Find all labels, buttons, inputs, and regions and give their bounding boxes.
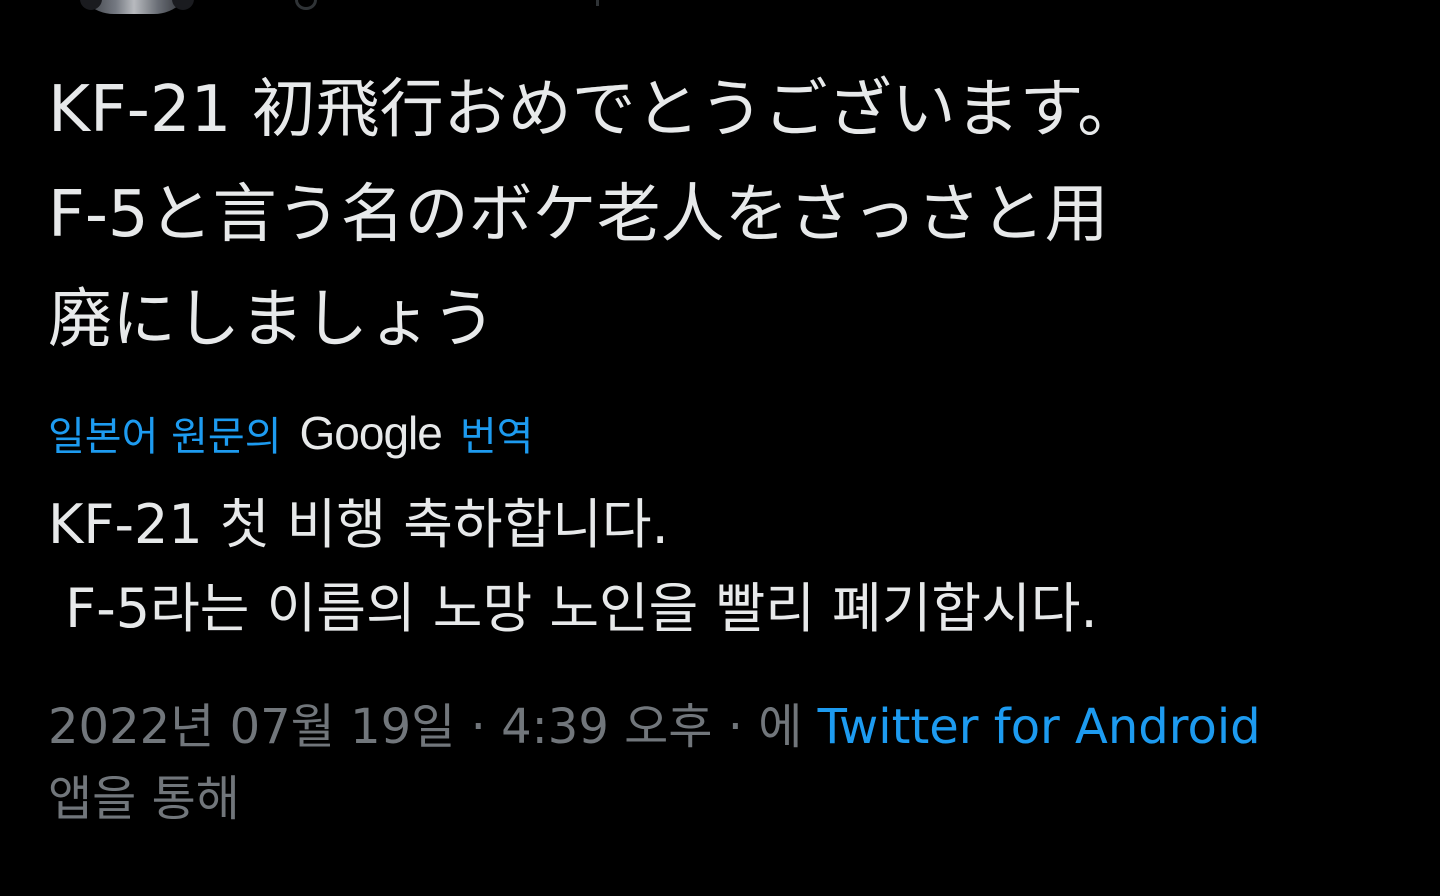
tweet-metadata: 2022년 07월 19일 · 4:39 오후 · 에 Twitter for … (48, 691, 1358, 835)
translation-label: 번역 (459, 414, 534, 460)
tweet-detail: KF-21 初飛行おめでとうございます。 F-5と言う名のボケ老人をさっさと用 … (48, 58, 1398, 835)
tweet-text: KF-21 初飛行おめでとうございます。 F-5と言う名のボケ老人をさっさと用 … (48, 73, 1142, 357)
tweet-timestamp[interactable]: 2022년 07월 19일 · 4:39 오후 · 에 (48, 699, 802, 755)
avatar[interactable] (60, 0, 220, 14)
google-logo: Google (299, 407, 443, 459)
translation-attribution[interactable]: 일본어 원문의 Google 번역 (48, 403, 1398, 463)
source-app-link[interactable]: Twitter for Android (818, 699, 1261, 755)
translated-tweet-text: KF-21 첫 비행 축하합니다. F-5라는 이름의 노망 노인을 빨리 폐기… (48, 493, 1098, 640)
header-cutoff-glyph (295, 0, 317, 10)
header-cutoff-glyph (596, 0, 599, 6)
translation-source-label: 일본어 원문의 (48, 414, 282, 460)
avatar-detail (172, 0, 194, 10)
source-suffix: 앱을 통해 (48, 771, 240, 827)
